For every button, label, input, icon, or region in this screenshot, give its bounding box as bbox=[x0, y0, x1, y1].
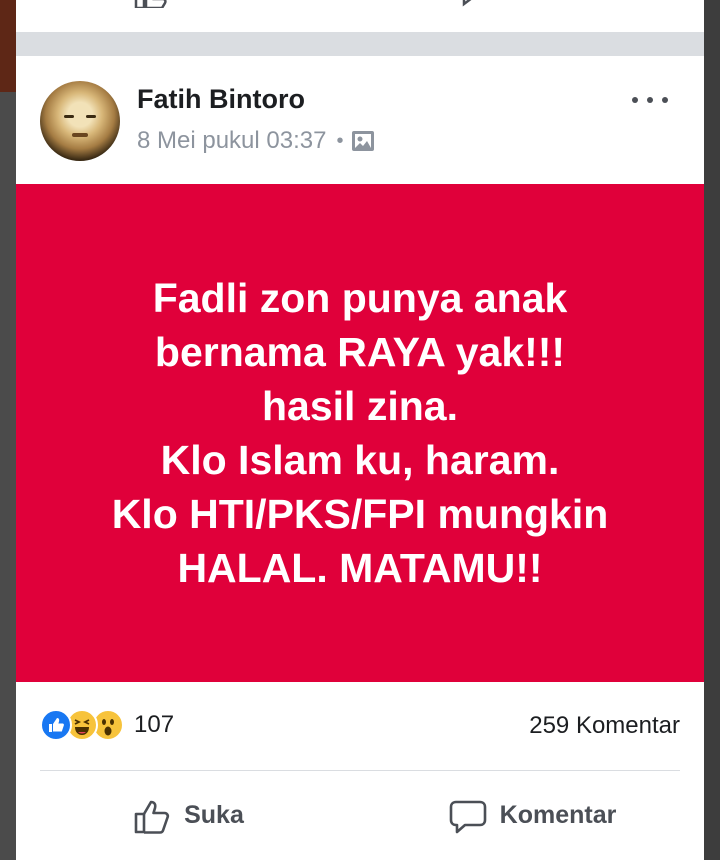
comment-bubble-icon[interactable] bbox=[460, 0, 500, 8]
post-stats: 107 259 Komentar bbox=[16, 682, 704, 770]
like-button[interactable]: Suka bbox=[16, 771, 360, 860]
background-right bbox=[702, 0, 720, 860]
previous-post-footer bbox=[16, 0, 704, 32]
post-actions: Suka Komentar bbox=[16, 771, 704, 860]
author-name[interactable]: Fatih Bintoro bbox=[137, 84, 305, 115]
more-dot bbox=[632, 97, 638, 103]
post-meta: 8 Mei pukul 03:37 • bbox=[137, 127, 375, 155]
avatar-eye bbox=[64, 115, 74, 118]
like-button-label: Suka bbox=[184, 801, 244, 829]
reactions-summary[interactable]: 107 bbox=[40, 708, 174, 742]
post-header: Fatih Bintoro 8 Mei pukul 03:37 • bbox=[16, 56, 704, 184]
post-body[interactable]: Fadli zon punya anak bernama RAYA yak!!!… bbox=[16, 184, 704, 682]
avatar-mouth bbox=[72, 133, 88, 137]
thumbs-up-icon[interactable] bbox=[132, 0, 172, 8]
reaction-count: 107 bbox=[134, 711, 175, 738]
comment-count[interactable]: 259 Komentar bbox=[529, 712, 680, 740]
comment-bubble-icon bbox=[449, 800, 486, 833]
thumbs-up-icon bbox=[134, 800, 170, 834]
more-dot bbox=[647, 97, 653, 103]
post-timestamp[interactable]: 8 Mei pukul 03:37 bbox=[137, 127, 326, 155]
avatar[interactable] bbox=[40, 81, 120, 161]
comment-button-label: Komentar bbox=[499, 801, 617, 829]
avatar-eye bbox=[86, 115, 96, 118]
comment-button[interactable]: Komentar bbox=[360, 771, 704, 860]
feed-separator bbox=[16, 32, 704, 56]
like-reaction-icon bbox=[40, 709, 72, 741]
post-text: Fadli zon punya anak bernama RAYA yak!!!… bbox=[111, 275, 609, 591]
more-dot bbox=[662, 97, 668, 103]
background-left bbox=[0, 92, 16, 860]
meta-separator: • bbox=[336, 129, 344, 152]
more-options-button[interactable] bbox=[632, 92, 668, 108]
photo-icon bbox=[352, 131, 375, 151]
post-card: Fatih Bintoro 8 Mei pukul 03:37 • Fadli … bbox=[16, 56, 704, 860]
